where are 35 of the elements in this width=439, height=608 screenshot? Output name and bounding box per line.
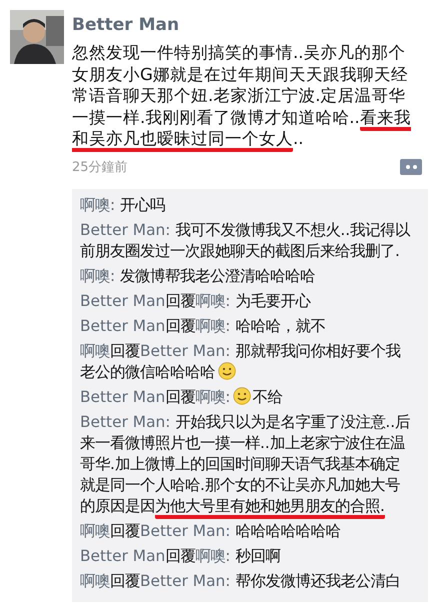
username-link[interactable]: Better Man: xyxy=(140,522,230,540)
username[interactable]: Better Man xyxy=(72,14,431,36)
username-link[interactable]: 啊噢: xyxy=(195,317,230,335)
comment-text: Better Man回覆啊噢: 秒回啊 xyxy=(80,546,282,567)
emoji-icon xyxy=(218,362,236,380)
username-link[interactable]: Better Man xyxy=(80,547,166,565)
username-link[interactable]: 啊噢 xyxy=(80,572,110,590)
username-link[interactable]: Better Man xyxy=(80,292,166,310)
comment-text: 啊噢回覆Better Man: 帮你发微博还我老公清白 xyxy=(80,571,402,592)
comment-text: 啊噢: 开心吗 xyxy=(80,195,166,216)
comment-text: Better Man回覆啊噢: 为毛要开心 xyxy=(80,291,312,312)
comment-icon[interactable] xyxy=(400,159,422,176)
username-link[interactable]: 啊噢: xyxy=(195,388,230,406)
post-text: 忽然发现一件特别搞笑的事情..吴亦凡的那个女朋友小G娜就是在过年期间天天跟我聊天经常语音聊天那个妞.老家浙江宁波.定居温哥华一摸一样.我刚刚看了微博才知道哈哈..看来我和吴亦凡也暧昧过同一个女人.. xyxy=(72,42,412,150)
username-link[interactable]: Better Man: xyxy=(140,342,230,360)
comment-text: Better Man回覆啊噢: 哈哈哈，就不 xyxy=(80,316,326,337)
comment-text: 啊噢: 发微博帮我老公澄清哈哈哈哈 xyxy=(80,266,316,287)
username-link[interactable]: 啊噢: xyxy=(80,196,116,214)
comment-text: Better Man回覆啊噢: 不给 xyxy=(80,387,284,408)
username-link[interactable]: Better Man xyxy=(80,317,166,335)
comment-text: Better Man: 开始我只以为是名字重了没注意..后来一看微博照片也一摸一样..加上老家宁波住在温哥华.加上微博上的回国时间聊天语气我基本确定就是同一个人哈哈.那个女的不让吴亦凡加她大号的原因是因为他大号里有她和她男朋友的合照. xyxy=(80,412,414,517)
username-link[interactable]: 啊噢 xyxy=(80,342,110,360)
username-link[interactable]: Better Man: xyxy=(140,572,230,590)
username-link[interactable]: Better Man: xyxy=(80,221,170,239)
username-link[interactable]: 啊噢: xyxy=(195,292,230,310)
emoji-icon xyxy=(233,387,252,405)
comment-text: Better Man: 我可不发微博我又不想火..我记得以前朋友圈发过一次跟她聊天的截图后来给我删了. xyxy=(80,220,412,262)
username-link[interactable]: 啊噢: xyxy=(195,547,230,565)
username-link[interactable]: 啊噢: xyxy=(80,267,116,285)
post-time: 25分鐘前 xyxy=(72,158,128,176)
username-link[interactable]: 啊噢 xyxy=(80,522,110,540)
username-link[interactable]: Better Man: xyxy=(80,413,170,431)
username-link[interactable]: Better Man xyxy=(80,388,166,406)
comment-text: 啊噢回覆Better Man: 那就帮我问你相好要个我老公的微信哈哈哈哈 xyxy=(80,341,402,383)
comment-text: 啊噢回覆Better Man: 哈哈哈哈哈哈哈 xyxy=(80,521,342,542)
